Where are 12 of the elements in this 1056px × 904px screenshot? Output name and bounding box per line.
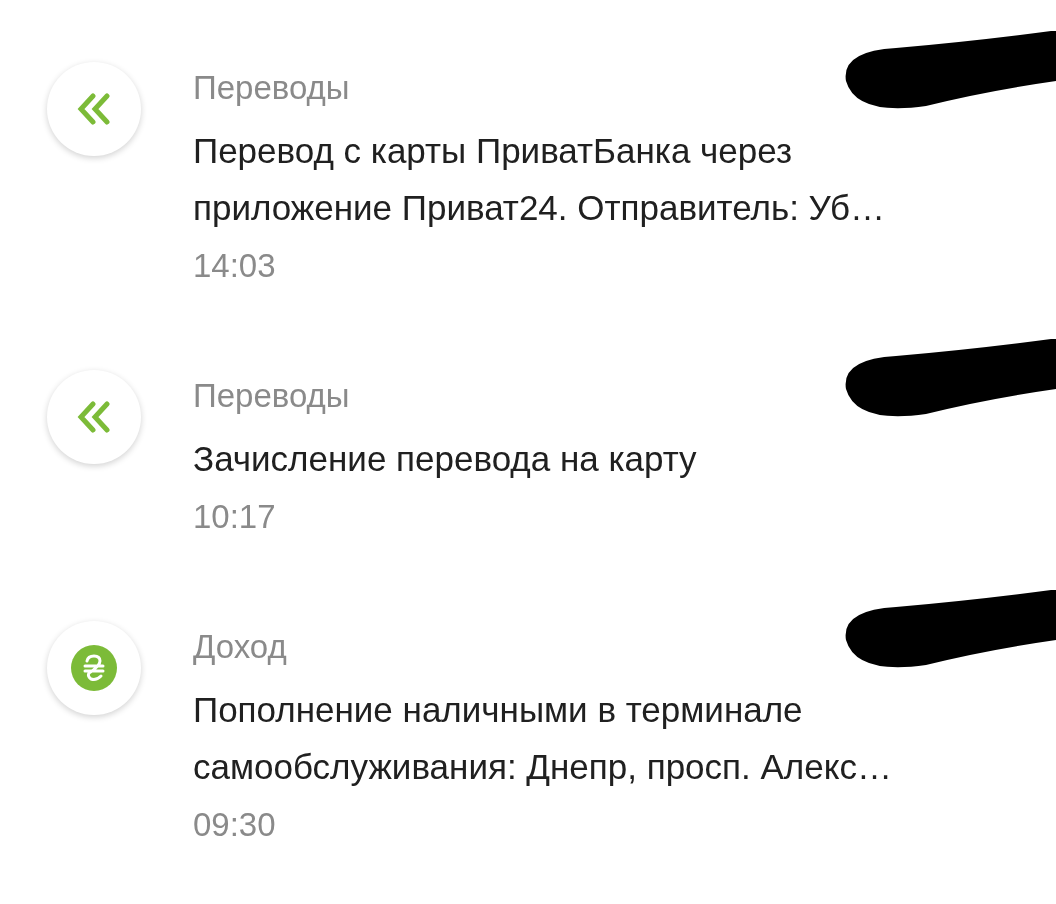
double-chevron-icon bbox=[75, 401, 112, 433]
hryvnia-icon bbox=[70, 645, 117, 691]
category-label: Переводы bbox=[193, 68, 351, 108]
transaction-time: 10:17 bbox=[193, 497, 277, 537]
category-label: Переводы bbox=[193, 376, 351, 416]
transaction-time: 09:30 bbox=[193, 805, 277, 845]
category-label: Доход bbox=[193, 627, 288, 667]
double-chevron-icon bbox=[75, 93, 112, 125]
transaction-description: Пополнение наличными в терминале самообслуживания: Днепр, просп. Алекс… bbox=[193, 689, 893, 788]
transaction-time: 14:03 bbox=[193, 246, 277, 286]
transaction-description: Перевод с карты ПриватБанка через приложение Приват24. Отправитель: Уб… bbox=[193, 130, 887, 229]
transaction-description: Зачисление перевода на карту bbox=[193, 438, 698, 480]
